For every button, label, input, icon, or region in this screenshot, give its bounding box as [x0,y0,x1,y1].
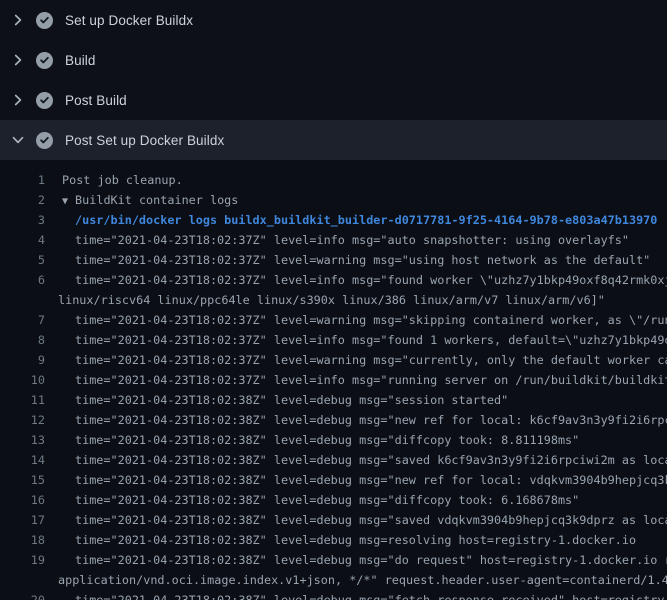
log-line-number[interactable]: 5 [0,250,45,270]
log-line-text: ▼BuildKit container logs [45,190,238,210]
log-line-number[interactable]: 3 [0,210,45,230]
log-line-number[interactable]: 20 [0,590,45,600]
step-title: Post Set up Docker Buildx [65,133,224,148]
log-row: 11 time="2021-04-23T18:02:38Z" level=deb… [0,390,667,410]
log-row: application/vnd.oci.image.index.v1+json,… [0,570,667,590]
log-line-text: time="2021-04-23T18:02:38Z" level=debug … [45,410,667,430]
log-line-number[interactable]: 16 [0,490,45,510]
log-line-number[interactable]: 8 [0,330,45,350]
chevron-down-icon [10,132,26,148]
log-line-number[interactable]: 6 [0,270,45,290]
log-row: 6 time="2021-04-23T18:02:37Z" level=info… [0,270,667,290]
log-line-number[interactable]: 7 [0,310,45,330]
log-line-text: time="2021-04-23T18:02:38Z" level=debug … [45,430,579,450]
check-circle-icon [36,52,53,69]
log-row: 19 time="2021-04-23T18:02:38Z" level=deb… [0,550,667,570]
log-line-text: linux/riscv64 linux/ppc64le linux/s390x … [45,290,605,310]
log-line-text: time="2021-04-23T18:02:38Z" level=debug … [45,470,667,490]
step-list: Set up Docker Buildx Build Post Buil [0,0,667,160]
log-row: 12 time="2021-04-23T18:02:38Z" level=deb… [0,410,667,430]
log-row: 4 time="2021-04-23T18:02:37Z" level=info… [0,230,667,250]
log-row: 8 time="2021-04-23T18:02:37Z" level=info… [0,330,667,350]
check-circle-icon [36,92,53,109]
step-title: Build [65,53,96,68]
log-line-number[interactable]: 2 [0,190,45,210]
log-row: linux/riscv64 linux/ppc64le linux/s390x … [0,290,667,310]
log-line-number[interactable]: 11 [0,390,45,410]
check-circle-icon [36,12,53,29]
actions-log-viewer: Set up Docker Buildx Build Post Buil [0,0,667,600]
log-line-text: application/vnd.oci.image.index.v1+json,… [45,570,667,590]
log-line-text: time="2021-04-23T18:02:37Z" level=warnin… [45,350,667,370]
chevron-right-icon [10,92,26,108]
log-line-text: time="2021-04-23T18:02:38Z" level=debug … [45,450,667,470]
log-line-text: time="2021-04-23T18:02:38Z" level=debug … [45,590,667,600]
log-row: 17 time="2021-04-23T18:02:38Z" level=deb… [0,510,667,530]
log-line-text: time="2021-04-23T18:02:37Z" level=info m… [45,370,667,390]
step-title: Set up Docker Buildx [65,13,193,28]
log-line-number[interactable]: 14 [0,450,45,470]
log-line-text: time="2021-04-23T18:02:37Z" level=info m… [45,330,667,350]
log-line-text: /usr/bin/docker logs buildx_buildkit_bui… [45,210,657,230]
log-line-text: time="2021-04-23T18:02:37Z" level=warnin… [45,250,650,270]
chevron-right-icon [10,12,26,28]
log-output: 1 Post job cleanup. 2 ▼BuildKit containe… [0,160,667,600]
log-group-toggle-icon[interactable]: ▼ [62,192,68,210]
log-line-number[interactable]: 15 [0,470,45,490]
log-line-number[interactable] [0,570,45,590]
step-row-2[interactable]: Build [0,40,667,80]
step-row-3[interactable]: Post Build [0,80,667,120]
log-row: 3 /usr/bin/docker logs buildx_buildkit_b… [0,210,667,230]
log-row: 14 time="2021-04-23T18:02:38Z" level=deb… [0,450,667,470]
log-row: 7 time="2021-04-23T18:02:37Z" level=warn… [0,310,667,330]
log-line-number[interactable]: 1 [0,170,45,190]
step-title: Post Build [65,93,127,108]
log-line-text: time="2021-04-23T18:02:38Z" level=debug … [45,490,579,510]
log-line-text: time="2021-04-23T18:02:38Z" level=debug … [45,390,508,410]
log-line-number[interactable]: 9 [0,350,45,370]
log-line-number[interactable]: 12 [0,410,45,430]
log-row: 15 time="2021-04-23T18:02:38Z" level=deb… [0,470,667,490]
log-row: 5 time="2021-04-23T18:02:37Z" level=warn… [0,250,667,270]
log-line-number[interactable]: 19 [0,550,45,570]
step-row-4[interactable]: Post Set up Docker Buildx [0,120,667,160]
check-circle-icon [36,132,53,149]
log-row: 20 time="2021-04-23T18:02:38Z" level=deb… [0,590,667,600]
log-line-text: time="2021-04-23T18:02:38Z" level=debug … [45,550,667,570]
log-row: 2 ▼BuildKit container logs [0,190,667,210]
log-line-number[interactable]: 17 [0,510,45,530]
step-row-1[interactable]: Set up Docker Buildx [0,0,667,40]
log-row: 13 time="2021-04-23T18:02:38Z" level=deb… [0,430,667,450]
chevron-right-icon [10,52,26,68]
log-row: 1 Post job cleanup. [0,170,667,190]
log-line-text: time="2021-04-23T18:02:38Z" level=debug … [45,530,636,550]
log-line-number[interactable]: 10 [0,370,45,390]
log-line-number[interactable] [0,290,45,310]
log-row: 16 time="2021-04-23T18:02:38Z" level=deb… [0,490,667,510]
log-line-text: time="2021-04-23T18:02:37Z" level=warnin… [45,310,667,330]
log-row: 18 time="2021-04-23T18:02:38Z" level=deb… [0,530,667,550]
log-line-text: time="2021-04-23T18:02:37Z" level=info m… [45,230,629,250]
log-row: 10 time="2021-04-23T18:02:37Z" level=inf… [0,370,667,390]
log-row: 9 time="2021-04-23T18:02:37Z" level=warn… [0,350,667,370]
log-line-text: time="2021-04-23T18:02:37Z" level=info m… [45,270,667,290]
log-line-number[interactable]: 4 [0,230,45,250]
log-line-text: time="2021-04-23T18:02:38Z" level=debug … [45,510,667,530]
log-line-number[interactable]: 18 [0,530,45,550]
log-line-number[interactable]: 13 [0,430,45,450]
log-line-text: Post job cleanup. [45,170,183,190]
